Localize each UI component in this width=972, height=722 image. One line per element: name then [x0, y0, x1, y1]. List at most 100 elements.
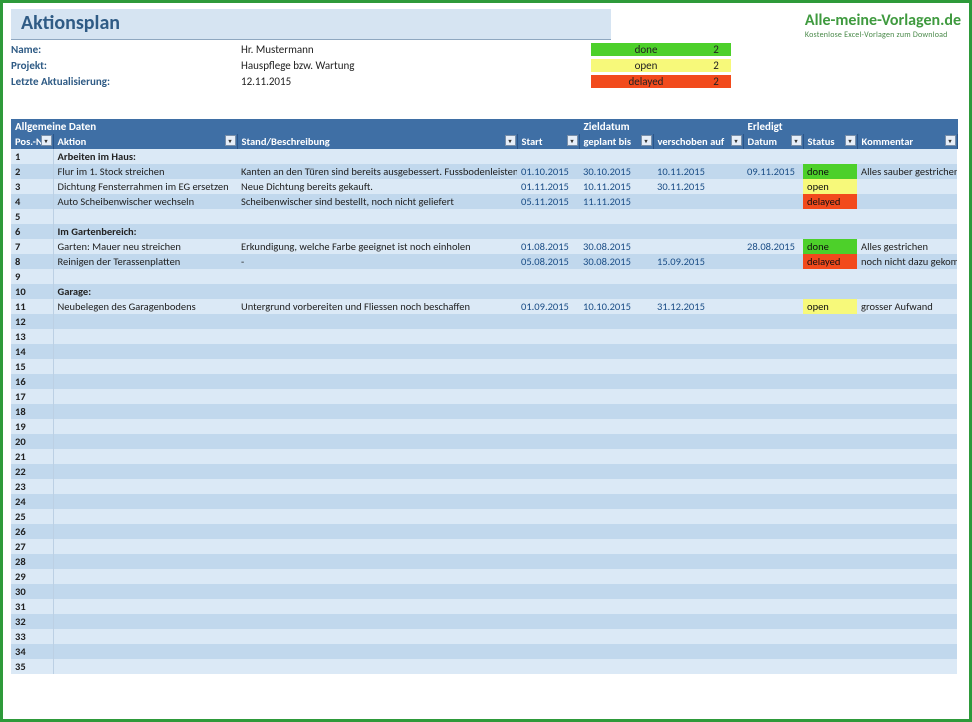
- cell-geplant[interactable]: [579, 404, 653, 419]
- cell-pos[interactable]: 9: [11, 269, 53, 284]
- cell-pos[interactable]: 30: [11, 584, 53, 599]
- cell-status[interactable]: [803, 314, 857, 329]
- cell-pos[interactable]: 14: [11, 344, 53, 359]
- cell-pos[interactable]: 27: [11, 539, 53, 554]
- cell-status[interactable]: [803, 209, 857, 224]
- cell-aktion[interactable]: [53, 344, 237, 359]
- cell-datum[interactable]: [743, 554, 803, 569]
- cell-status[interactable]: [803, 284, 857, 299]
- cell-start[interactable]: [517, 479, 579, 494]
- cell-aktion[interactable]: [53, 644, 237, 659]
- cell-geplant[interactable]: [579, 224, 653, 239]
- cell-kommentar[interactable]: [857, 539, 957, 554]
- cell-pos[interactable]: 24: [11, 494, 53, 509]
- table-row[interactable]: 32: [11, 614, 957, 629]
- cell-stand[interactable]: [237, 494, 517, 509]
- cell-kommentar[interactable]: [857, 629, 957, 644]
- cell-aktion[interactable]: [53, 599, 237, 614]
- cell-geplant[interactable]: [579, 494, 653, 509]
- cell-datum[interactable]: [743, 179, 803, 194]
- cell-start[interactable]: [517, 344, 579, 359]
- cell-datum[interactable]: [743, 404, 803, 419]
- table-row[interactable]: 27: [11, 539, 957, 554]
- filter-icon[interactable]: ▾: [945, 135, 956, 146]
- cell-verschoben[interactable]: [653, 149, 743, 164]
- cell-kommentar[interactable]: [857, 284, 957, 299]
- cell-verschoben[interactable]: [653, 479, 743, 494]
- cell-status[interactable]: [803, 524, 857, 539]
- cell-geplant[interactable]: [579, 314, 653, 329]
- cell-geplant[interactable]: [579, 344, 653, 359]
- cell-geplant[interactable]: 10.11.2015: [579, 179, 653, 194]
- cell-kommentar[interactable]: [857, 644, 957, 659]
- cell-aktion[interactable]: Im Gartenbereich:: [53, 224, 237, 239]
- cell-verschoben[interactable]: [653, 314, 743, 329]
- cell-verschoben[interactable]: [653, 224, 743, 239]
- table-row[interactable]: 11Neubelegen des GaragenbodensUntergrund…: [11, 299, 957, 314]
- cell-aktion[interactable]: [53, 404, 237, 419]
- table-row[interactable]: 19: [11, 419, 957, 434]
- cell-geplant[interactable]: [579, 569, 653, 584]
- filter-icon[interactable]: ▾: [567, 135, 578, 146]
- cell-geplant[interactable]: [579, 329, 653, 344]
- cell-status[interactable]: [803, 539, 857, 554]
- table-row[interactable]: 35: [11, 659, 957, 674]
- cell-kommentar[interactable]: [857, 449, 957, 464]
- cell-aktion[interactable]: [53, 374, 237, 389]
- cell-pos[interactable]: 15: [11, 359, 53, 374]
- cell-pos[interactable]: 3: [11, 179, 53, 194]
- cell-geplant[interactable]: [579, 449, 653, 464]
- table-row[interactable]: 2Flur im 1. Stock streichenKanten an den…: [11, 164, 957, 179]
- cell-start[interactable]: [517, 509, 579, 524]
- cell-datum[interactable]: [743, 494, 803, 509]
- cell-datum[interactable]: [743, 254, 803, 269]
- cell-start[interactable]: [517, 389, 579, 404]
- cell-start[interactable]: [517, 494, 579, 509]
- col-geplant[interactable]: geplant bis▾: [579, 134, 653, 149]
- cell-datum[interactable]: [743, 599, 803, 614]
- cell-stand[interactable]: [237, 149, 517, 164]
- cell-kommentar[interactable]: [857, 659, 957, 674]
- cell-datum[interactable]: [743, 194, 803, 209]
- cell-aktion[interactable]: [53, 494, 237, 509]
- cell-aktion[interactable]: Reinigen der Terassenplatten: [53, 254, 237, 269]
- cell-geplant[interactable]: [579, 389, 653, 404]
- cell-stand[interactable]: Neue Dichtung bereits gekauft.: [237, 179, 517, 194]
- cell-start[interactable]: [517, 209, 579, 224]
- table-row[interactable]: 9: [11, 269, 957, 284]
- table-row[interactable]: 15: [11, 359, 957, 374]
- cell-pos[interactable]: 21: [11, 449, 53, 464]
- cell-aktion[interactable]: [53, 269, 237, 284]
- cell-pos[interactable]: 16: [11, 374, 53, 389]
- cell-start[interactable]: 05.11.2015: [517, 194, 579, 209]
- cell-kommentar[interactable]: [857, 209, 957, 224]
- table-row[interactable]: 12: [11, 314, 957, 329]
- cell-datum[interactable]: [743, 299, 803, 314]
- cell-pos[interactable]: 33: [11, 629, 53, 644]
- cell-aktion[interactable]: [53, 314, 237, 329]
- cell-start[interactable]: 05.08.2015: [517, 254, 579, 269]
- table-row[interactable]: 34: [11, 644, 957, 659]
- cell-verschoben[interactable]: 30.11.2015: [653, 179, 743, 194]
- cell-kommentar[interactable]: [857, 584, 957, 599]
- cell-stand[interactable]: [237, 224, 517, 239]
- table-row[interactable]: 8Reinigen der Terassenplatten-05.08.2015…: [11, 254, 957, 269]
- table-row[interactable]: 18: [11, 404, 957, 419]
- cell-aktion[interactable]: Auto Scheibenwischer wechseln: [53, 194, 237, 209]
- cell-pos[interactable]: 4: [11, 194, 53, 209]
- cell-stand[interactable]: [237, 509, 517, 524]
- cell-aktion[interactable]: [53, 434, 237, 449]
- cell-stand[interactable]: [237, 584, 517, 599]
- cell-status[interactable]: [803, 224, 857, 239]
- filter-icon[interactable]: ▾: [225, 135, 236, 146]
- cell-verschoben[interactable]: [653, 434, 743, 449]
- cell-start[interactable]: 01.08.2015: [517, 239, 579, 254]
- cell-aktion[interactable]: Neubelegen des Garagenbodens: [53, 299, 237, 314]
- cell-geplant[interactable]: [579, 209, 653, 224]
- cell-datum[interactable]: [743, 434, 803, 449]
- cell-pos[interactable]: 25: [11, 509, 53, 524]
- cell-status[interactable]: [803, 569, 857, 584]
- cell-datum[interactable]: [743, 149, 803, 164]
- cell-status[interactable]: [803, 434, 857, 449]
- cell-status[interactable]: [803, 269, 857, 284]
